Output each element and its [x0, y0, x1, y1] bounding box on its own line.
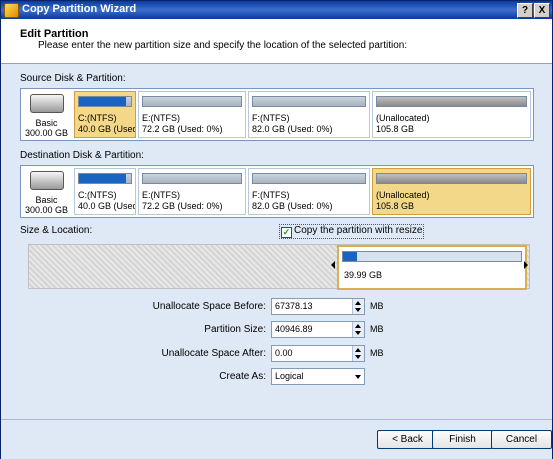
partition-name: E:(NTFS) — [142, 190, 180, 200]
finish-button[interactable]: Finish — [432, 430, 493, 449]
source-disk-map: Basic 300.00 GB C:(NTFS) 40.0 GB (Used E:… — [20, 88, 534, 141]
wizard-footer: < Back Finish Cancel — [1, 419, 552, 459]
spin-down-icon[interactable] — [355, 355, 361, 359]
right-resize-handle[interactable] — [524, 261, 528, 269]
copy-with-resize-checkbox[interactable]: ✓ Copy the partition with resize — [279, 224, 425, 239]
spin-down-icon[interactable] — [355, 331, 361, 335]
unit-label: MB — [370, 324, 384, 334]
destination-disk-size: 300.00 GB — [24, 205, 69, 215]
source-partition-f[interactable]: F:(NTFS) 82.0 GB (Used: 0%) — [248, 91, 370, 138]
usage-bar — [78, 96, 132, 107]
create-as-value: Logical — [275, 371, 304, 381]
source-partition-e[interactable]: E:(NTFS) 72.2 GB (Used: 0%) — [138, 91, 246, 138]
usage-bar — [78, 173, 132, 184]
cancel-button[interactable]: Cancel — [491, 430, 552, 449]
destination-disk[interactable]: Basic 300.00 GB — [21, 166, 72, 217]
header-subtitle: Please enter the new partition size and … — [38, 40, 408, 51]
source-partition-unallocated[interactable]: (Unallocated) 105.8 GB — [372, 91, 531, 138]
spin-up-icon[interactable] — [355, 324, 361, 328]
source-label: Source Disk & Partition: — [20, 73, 126, 84]
spin-buttons[interactable] — [352, 322, 364, 337]
title-bar: Copy Partition Wizard ? X — [1, 1, 552, 19]
partition-size-value: 40946.89 — [275, 324, 313, 334]
partition-name: (Unallocated) — [376, 113, 430, 123]
partition-detail: 72.2 GB (Used: 0%) — [142, 124, 223, 134]
unit-label: MB — [370, 348, 384, 358]
destination-disk-map: Basic 300.00 GB C:(NTFS) 40.0 GB (Used E:… — [20, 165, 534, 218]
source-disk-size: 300.00 GB — [24, 128, 69, 138]
left-resize-handle[interactable] — [331, 261, 335, 269]
partition-detail: 40.0 GB (Used — [78, 201, 136, 211]
destination-label: Destination Disk & Partition: — [20, 150, 144, 161]
copy-partition-wizard-window: Copy Partition Wizard ? X Edit Partition… — [0, 0, 553, 459]
partition-name: C:(NTFS) — [78, 113, 117, 123]
usage-bar — [376, 173, 527, 184]
spin-up-icon[interactable] — [355, 348, 361, 352]
unit-label: MB — [370, 301, 384, 311]
unallocate-after-value: 0.00 — [275, 348, 293, 358]
destination-partition-f[interactable]: F:(NTFS) 82.0 GB (Used: 0%) — [248, 168, 370, 215]
hard-disk-icon — [30, 171, 64, 190]
partition-size-row: Partition Size: 40946.89 MB — [1, 321, 553, 338]
source-partition-c[interactable]: C:(NTFS) 40.0 GB (Used — [74, 91, 136, 138]
unallocate-before-row: Unallocate Space Before: 67378.13 MB — [1, 298, 553, 315]
size-location-label: Size & Location: — [20, 225, 93, 236]
window-title: Copy Partition Wizard — [22, 3, 137, 15]
header-title: Edit Partition — [20, 28, 89, 40]
help-button[interactable]: ? — [517, 3, 533, 18]
close-button[interactable]: X — [534, 3, 550, 18]
partition-detail: 82.0 GB (Used: 0%) — [252, 201, 333, 211]
unallocate-before-label: Unallocate Space Before: — [152, 301, 266, 312]
partition-block-size: 39.99 GB — [344, 270, 383, 280]
partition-detail: 82.0 GB (Used: 0%) — [252, 124, 333, 134]
chevron-down-icon[interactable] — [355, 375, 361, 379]
partition-size-input[interactable]: 40946.89 — [271, 321, 365, 338]
source-disk-type: Basic — [35, 118, 58, 128]
unallocate-after-input[interactable]: 0.00 — [271, 345, 365, 362]
partition-name: C:(NTFS) — [78, 190, 117, 200]
usage-fill — [79, 97, 126, 106]
usage-fill — [343, 252, 358, 261]
usage-bar — [376, 96, 527, 107]
unallocate-before-input[interactable]: 67378.13 — [271, 298, 365, 315]
usage-bar — [342, 251, 522, 262]
partition-size-label: Partition Size: — [204, 324, 266, 335]
usage-bar — [142, 173, 242, 184]
checkbox-icon: ✓ — [281, 227, 292, 238]
partition-name: (Unallocated) — [376, 190, 430, 200]
create-as-row: Create As: Logical — [1, 368, 553, 385]
unallocate-before-value: 67378.13 — [275, 301, 313, 311]
back-button[interactable]: < Back — [377, 430, 438, 449]
unallocate-after-row: Unallocate Space After: 0.00 MB — [1, 345, 553, 362]
destination-disk-type: Basic — [35, 195, 58, 205]
source-disk[interactable]: Basic 300.00 GB — [21, 89, 72, 140]
partition-name: F:(NTFS) — [252, 190, 290, 200]
usage-fill — [79, 174, 126, 183]
destination-partition-c[interactable]: C:(NTFS) 40.0 GB (Used — [74, 168, 136, 215]
partition-detail: 105.8 GB — [376, 124, 415, 134]
create-as-label: Create As: — [219, 371, 266, 382]
spin-buttons[interactable] — [352, 299, 364, 314]
partition-name: F:(NTFS) — [252, 113, 290, 123]
spin-up-icon[interactable] — [355, 301, 361, 305]
partition-name: E:(NTFS) — [142, 113, 180, 123]
app-icon — [4, 3, 19, 18]
partition-detail: 40.0 GB (Used — [78, 124, 136, 134]
spin-down-icon[interactable] — [355, 308, 361, 312]
partition-block[interactable]: 39.99 GB — [337, 245, 527, 290]
copy-with-resize-label: Copy the partition with resize — [294, 225, 423, 236]
destination-partition-e[interactable]: E:(NTFS) 72.2 GB (Used: 0%) — [138, 168, 246, 215]
size-location-slider[interactable]: 39.99 GB — [28, 244, 530, 290]
hard-disk-icon — [30, 94, 64, 113]
usage-bar — [252, 173, 366, 184]
create-as-select[interactable]: Logical — [271, 368, 365, 385]
usage-bar — [142, 96, 242, 107]
unallocate-after-label: Unallocate Space After: — [161, 348, 266, 359]
partition-detail: 72.2 GB (Used: 0%) — [142, 201, 223, 211]
wizard-header: Edit Partition Please enter the new part… — [1, 19, 552, 64]
usage-bar — [252, 96, 366, 107]
spin-buttons[interactable] — [352, 346, 364, 361]
partition-detail: 105.8 GB — [376, 201, 415, 211]
destination-partition-unallocated[interactable]: (Unallocated) 105.8 GB — [372, 168, 531, 215]
